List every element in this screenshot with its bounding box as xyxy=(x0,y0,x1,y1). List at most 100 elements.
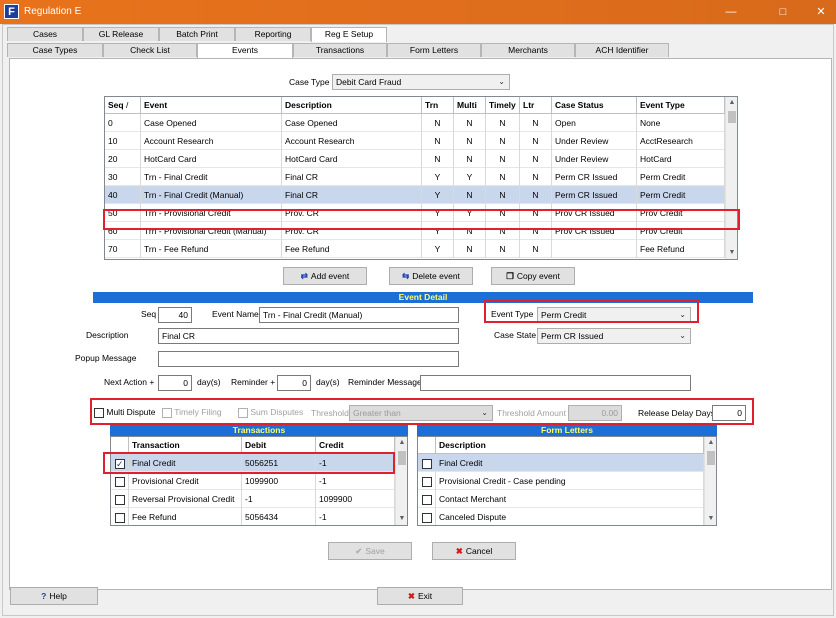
col-timely[interactable]: Timely xyxy=(486,97,520,114)
table-row[interactable]: Provisional Credit - Case pending xyxy=(418,472,704,490)
events-grid[interactable]: Seq / Event Description Trn Multi Timely… xyxy=(104,96,738,260)
copy-event-button[interactable]: ❐ Copy event xyxy=(491,267,575,285)
tab-form-letters[interactable]: Form Letters xyxy=(387,43,481,57)
cell-event-type: Fee Refund xyxy=(637,240,725,258)
cell-debit: 5056434 xyxy=(242,508,316,525)
help-question-icon: ? xyxy=(41,591,47,601)
case-state-select[interactable]: Perm CR Issued ⌄ xyxy=(537,328,691,344)
table-row[interactable]: Fee Refund 5056434 -1 xyxy=(111,508,395,525)
reminder-input[interactable]: 0 xyxy=(277,375,311,391)
cell-seq: 10 xyxy=(105,132,141,150)
events-grid-scrollbar[interactable]: ▲ ▼ xyxy=(725,97,737,259)
table-row[interactable]: 40 Trn - Final Credit (Manual) Final CR Y N N… xyxy=(105,186,725,204)
scroll-up-icon[interactable]: ▲ xyxy=(396,437,407,449)
table-row[interactable]: 0 Case Opened Case Opened N N N N Open None xyxy=(105,114,725,132)
row-checkbox[interactable] xyxy=(422,494,432,505)
col-case-status[interactable]: Case Status xyxy=(552,97,637,114)
tab-reg-e-setup[interactable]: Reg E Setup xyxy=(311,27,387,42)
row-checkbox[interactable] xyxy=(115,476,125,487)
close-icon[interactable]: ✕ xyxy=(806,0,836,24)
tab-cases[interactable]: Cases xyxy=(7,27,83,41)
cell-multi: N xyxy=(454,114,486,132)
table-row[interactable]: Provisional Credit 1099900 -1 xyxy=(111,472,395,490)
scroll-down-icon[interactable]: ▼ xyxy=(396,513,407,525)
tab-check-list[interactable]: Check List xyxy=(103,43,197,57)
row-select-cell[interactable] xyxy=(418,490,436,508)
cell-event: Trn - Final Credit xyxy=(141,168,282,186)
popup-message-label: Popup Message xyxy=(75,353,137,363)
case-type-select[interactable]: Debit Card Fraud ⌄ xyxy=(332,74,510,90)
cell-transaction: Provisional Credit xyxy=(129,472,242,490)
table-row[interactable]: Reversal Provisional Credit -1 1099900 xyxy=(111,490,395,508)
row-select-cell[interactable] xyxy=(418,454,436,472)
row-checkbox[interactable] xyxy=(422,458,432,469)
cell-trn: N xyxy=(422,114,454,132)
event-name-input[interactable]: Trn - Final Credit (Manual) xyxy=(259,307,459,323)
help-button[interactable]: ? Help xyxy=(10,587,98,605)
scroll-thumb[interactable] xyxy=(707,451,715,465)
col-event-type[interactable]: Event Type xyxy=(637,97,725,114)
table-row[interactable]: 20 HotCard Card HotCard Card N N N N Under Revi… xyxy=(105,150,725,168)
table-row[interactable]: Canceled Dispute xyxy=(418,508,704,525)
save-button[interactable]: ✔ Save xyxy=(328,542,412,560)
form-letters-grid[interactable]: Description Final Credit Provisional Cred… xyxy=(417,436,717,526)
minimize-icon[interactable]: — xyxy=(716,0,746,24)
row-select-cell[interactable] xyxy=(111,508,129,525)
transactions-grid[interactable]: Transaction Debit Credit Final Credit505… xyxy=(110,436,408,526)
description-input[interactable]: Final CR xyxy=(158,328,459,344)
cancel-button[interactable]: ✖ Cancel xyxy=(432,542,516,560)
row-select-cell[interactable] xyxy=(418,508,436,525)
col-ltr[interactable]: Ltr xyxy=(520,97,552,114)
row-checkbox[interactable] xyxy=(115,512,125,523)
table-row[interactable]: 30 Trn - Final Credit Final CR Y Y N N Perm CR … xyxy=(105,168,725,186)
col-trn[interactable]: Trn xyxy=(422,97,454,114)
tab-reporting[interactable]: Reporting xyxy=(235,27,311,41)
cell-letter-description: Canceled Dispute xyxy=(436,508,704,525)
row-checkbox[interactable] xyxy=(422,476,432,487)
col-letter-description[interactable]: Description xyxy=(436,437,704,454)
row-checkbox[interactable] xyxy=(422,512,432,523)
next-action-input[interactable]: 0 xyxy=(158,375,192,391)
reminder-message-label: Reminder Message xyxy=(348,377,422,387)
cell-event: Case Opened xyxy=(141,114,282,132)
row-select-cell[interactable] xyxy=(418,472,436,490)
scroll-up-icon[interactable]: ▲ xyxy=(726,97,737,109)
row-select-cell[interactable] xyxy=(111,490,129,508)
row-checkbox[interactable] xyxy=(115,494,125,505)
table-row[interactable]: 70 Trn - Fee Refund Fee Refund Y N N N Fee Refu… xyxy=(105,240,725,258)
transactions-scrollbar[interactable]: ▲ ▼ xyxy=(395,437,407,525)
tab-case-types[interactable]: Case Types xyxy=(7,43,103,57)
tab-ach-identifier[interactable]: ACH Identifier xyxy=(575,43,669,57)
reminder-message-input[interactable] xyxy=(420,375,691,391)
scroll-down-icon[interactable]: ▼ xyxy=(705,513,716,525)
delete-event-button[interactable]: ⇆ Delete event xyxy=(389,267,473,285)
form-letters-header: Form Letters xyxy=(417,425,717,436)
tab-merchants[interactable]: Merchants xyxy=(481,43,575,57)
table-row[interactable]: Final Credit xyxy=(418,454,704,472)
maximize-icon[interactable]: □ xyxy=(768,0,798,24)
scroll-thumb[interactable] xyxy=(398,451,406,465)
col-seq[interactable]: Seq / xyxy=(105,97,141,114)
seq-input[interactable]: 40 xyxy=(158,307,192,323)
main-tab-bar: Cases GL Release Batch Print Reporting R… xyxy=(7,27,827,42)
table-row[interactable]: Contact Merchant xyxy=(418,490,704,508)
tab-gl-release[interactable]: GL Release xyxy=(83,27,159,41)
cell-description: Case Opened xyxy=(282,114,422,132)
form-letters-scrollbar[interactable]: ▲ ▼ xyxy=(704,437,716,525)
cell-seq: 0 xyxy=(105,114,141,132)
col-description[interactable]: Description xyxy=(282,97,422,114)
highlight-transaction-row xyxy=(103,452,395,474)
col-event[interactable]: Event xyxy=(141,97,282,114)
scroll-thumb[interactable] xyxy=(728,111,736,123)
tab-events[interactable]: Events xyxy=(197,43,293,58)
tab-batch-print[interactable]: Batch Print xyxy=(159,27,235,41)
add-event-button[interactable]: ⇄ Add event xyxy=(283,267,367,285)
scroll-down-icon[interactable]: ▼ xyxy=(726,247,737,259)
exit-button[interactable]: ✖ Exit xyxy=(377,587,463,605)
popup-message-input[interactable] xyxy=(158,351,459,367)
col-multi[interactable]: Multi xyxy=(454,97,486,114)
table-row[interactable]: 10 Account Research Account Research N N N N Un… xyxy=(105,132,725,150)
scroll-up-icon[interactable]: ▲ xyxy=(705,437,716,449)
row-select-cell[interactable] xyxy=(111,472,129,490)
tab-transactions[interactable]: Transactions xyxy=(293,43,387,57)
